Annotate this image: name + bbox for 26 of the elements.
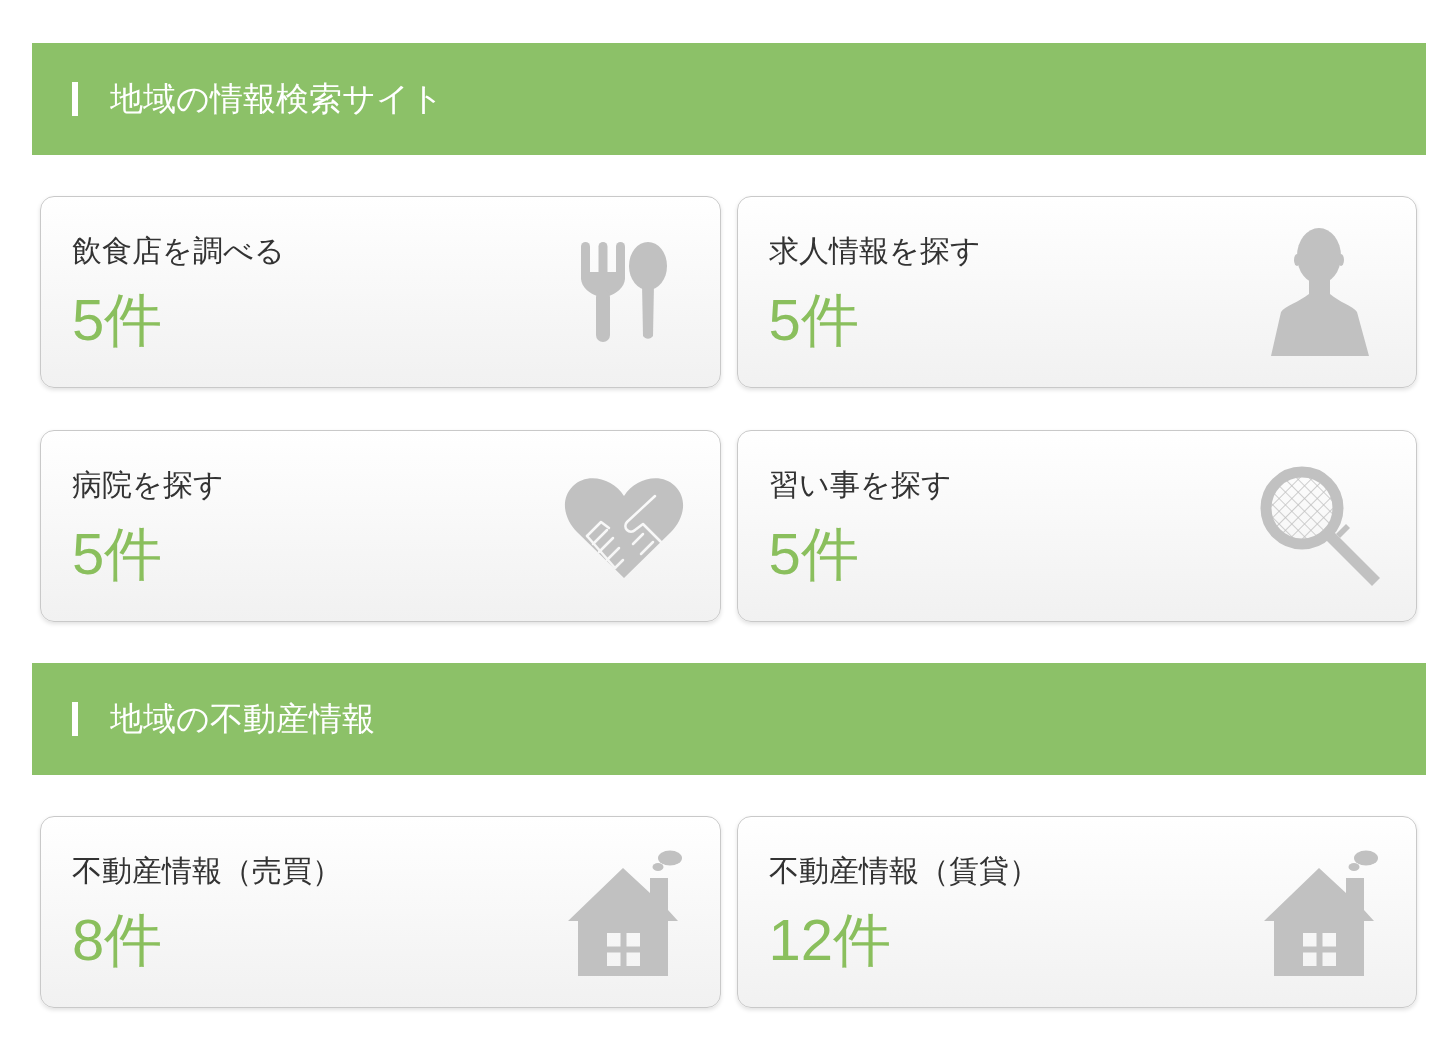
- result-count: 5件: [72, 524, 164, 584]
- result-count: 8件: [72, 910, 164, 970]
- section-title: 地域の情報検索サイト: [110, 79, 444, 119]
- vertical-bar-icon: [72, 702, 78, 736]
- card-title: 病院を探す: [72, 467, 224, 503]
- category-card[interactable]: 病院を探す 5件: [40, 430, 721, 622]
- category-card[interactable]: 求人情報を探す 5件: [736, 196, 1417, 388]
- card-title: 不動産情報（売買）: [72, 853, 342, 889]
- section-title: 地域の不動産情報: [110, 699, 375, 739]
- category-card[interactable]: 飲食店を調べる 5件: [40, 196, 721, 388]
- result-count: 5件: [72, 290, 164, 350]
- vertical-bar-icon: [72, 82, 78, 116]
- card-title: 習い事を探す: [768, 467, 952, 503]
- magnifier-icon: [1260, 466, 1380, 586]
- category-card[interactable]: 不動産情報（売買） 8件: [40, 816, 721, 1008]
- category-card[interactable]: 習い事を探す 5件: [736, 430, 1417, 622]
- result-count: 12件: [768, 910, 892, 970]
- person-silhouette-icon: [1271, 228, 1369, 356]
- card-title: 求人情報を探す: [768, 233, 981, 269]
- card-title: 飲食店を調べる: [72, 233, 285, 269]
- fork-and-spoon-icon: [580, 242, 667, 342]
- result-count: 5件: [768, 290, 860, 350]
- result-count: 5件: [768, 524, 860, 584]
- card-title: 不動産情報（賃貸）: [768, 853, 1039, 889]
- category-card[interactable]: 不動産情報（賃貸） 12件: [736, 816, 1417, 1008]
- house-icon: [1262, 848, 1378, 976]
